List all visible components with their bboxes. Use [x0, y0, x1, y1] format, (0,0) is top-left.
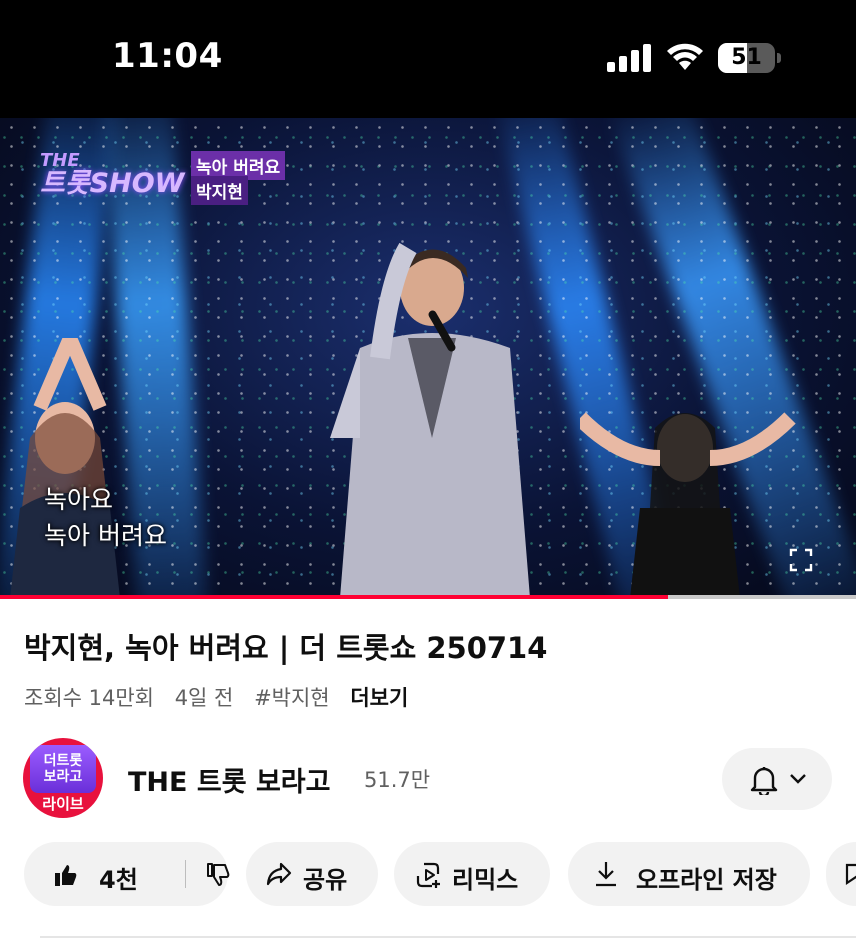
download-button[interactable]: 오프라인 저장 — [568, 842, 810, 906]
video-progress-fill — [0, 595, 668, 599]
save-button[interactable] — [826, 842, 856, 906]
subscriber-count: 51.7만 — [364, 768, 431, 792]
share-button[interactable]: 공유 — [246, 842, 378, 906]
notification-bell-button[interactable] — [722, 748, 832, 810]
like-divider — [185, 860, 186, 888]
fullscreen-icon[interactable] — [789, 548, 813, 572]
avatar-text-1: 더트롯 — [43, 753, 83, 769]
channel-name[interactable]: THE 트롯 보라고 — [128, 760, 330, 799]
thumbs-up-icon — [55, 865, 77, 886]
status-bar: 11:04 51 — [0, 0, 856, 118]
show-logo: THE 트롯SHOW — [40, 152, 185, 199]
wifi-icon — [667, 43, 703, 70]
like-count: 4천 — [99, 866, 138, 894]
save-icon — [845, 863, 856, 886]
signal-icon — [607, 44, 651, 72]
video-meta: 조회수 14만회 4일 전 #박지현 더보기 — [24, 682, 422, 712]
like-dislike-group: 4천 — [24, 842, 230, 906]
singer-caption: 박지현 — [191, 176, 248, 205]
section-divider — [40, 936, 856, 938]
more-link[interactable]: 더보기 — [350, 686, 408, 710]
dancer-left-figure — [10, 338, 120, 598]
remix-icon — [416, 862, 440, 888]
video-player[interactable]: THE 트롯SHOW 녹아 버려요 박지현 녹아요 녹아 버려요 — [0, 118, 856, 598]
thumbs-down-icon[interactable] — [206, 863, 230, 887]
remix-label: 리믹스 — [452, 866, 519, 894]
bell-icon — [750, 767, 778, 795]
hashtag-link[interactable]: #박지현 — [254, 686, 330, 710]
avatar-live-label: 라이브 — [42, 795, 84, 813]
show-logo-line2: 트롯SHOW — [40, 168, 185, 199]
battery-level: 51 — [731, 45, 762, 70]
share-icon — [266, 862, 292, 886]
avatar-logo: 더트롯 보라고 — [30, 745, 96, 793]
battery-icon: 51 — [718, 43, 782, 73]
channel-avatar[interactable]: 더트롯 보라고 라이브 — [23, 738, 103, 818]
download-label: 오프라인 저장 — [636, 866, 777, 894]
lyric-line-1: 녹아요 — [44, 485, 114, 514]
dancer-right-figure — [580, 412, 796, 598]
avatar-text-2: 보라고 — [43, 769, 83, 785]
video-title: 박지현, 녹아 버려요 | 더 트롯쇼 250714 — [24, 631, 548, 665]
lyric-line-2: 녹아 버려요 — [44, 521, 167, 550]
upload-age: 4일 전 — [174, 686, 234, 710]
video-progress-bar[interactable] — [0, 595, 856, 599]
chevron-down-icon — [790, 774, 806, 784]
remix-button[interactable]: 리믹스 — [394, 842, 550, 906]
status-time: 11:04 — [112, 36, 223, 76]
view-count: 조회수 14만회 — [24, 686, 154, 710]
share-label: 공유 — [303, 866, 348, 894]
download-icon — [596, 862, 616, 887]
like-button[interactable]: 4천 — [24, 842, 184, 906]
singer-figure — [330, 242, 530, 598]
